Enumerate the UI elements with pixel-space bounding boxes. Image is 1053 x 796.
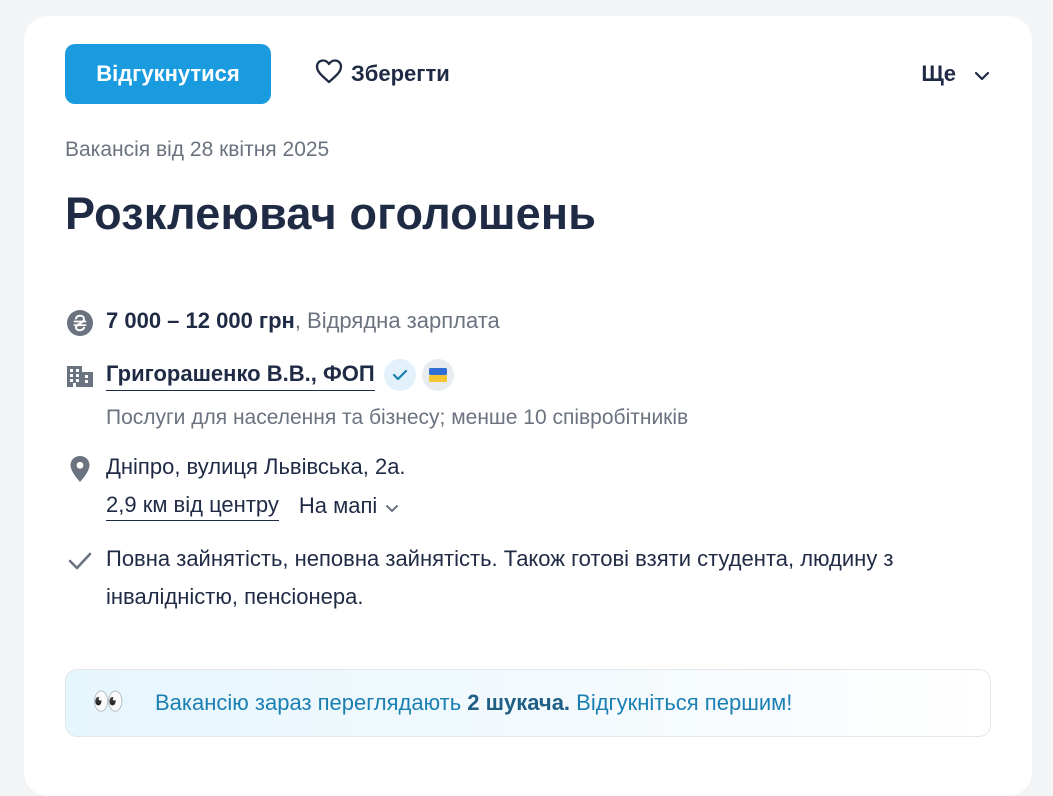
viewers-notice: 👀 Вакансію зараз переглядають 2 шукача. … (65, 669, 991, 737)
salary-range: 7 000 – 12 000 грн (106, 308, 295, 333)
apply-button[interactable]: Відгукнутися (65, 44, 271, 104)
vacancy-date: Вакансія від 28 квітня 2025 (65, 138, 330, 161)
verified-check-icon[interactable] (383, 359, 416, 391)
save-button-label: Зберегти (351, 61, 450, 86)
chevron-down-icon (974, 61, 990, 87)
salary-type: , Відрядна зарплата (294, 308, 500, 333)
notice-text-end: Відгукніться першим! (570, 690, 793, 715)
address-text: Дніпро, вулиця Львівська, 2а. (106, 454, 406, 479)
building-icon (65, 361, 95, 391)
ukraine-flag-icon[interactable] (421, 359, 454, 391)
employment-text: Повна зайнятість, неповна зайнятість. Та… (106, 546, 894, 609)
location-pin-icon (65, 454, 95, 484)
address-details: 2,9 км від центру На мапі (106, 490, 399, 521)
show-on-map-button[interactable]: На мапі (299, 493, 399, 519)
save-button[interactable]: Зберегти (315, 56, 450, 92)
hryvnia-icon (65, 308, 95, 338)
map-button-label: На мапі (298, 492, 378, 518)
chevron-down-icon (385, 493, 399, 519)
distance-link[interactable]: 2,9 км від центру (106, 490, 279, 521)
viewers-count: 2 шукача. (467, 690, 571, 715)
checkmark-icon (65, 546, 95, 576)
more-button-label: Ще (921, 61, 956, 86)
eyes-emoji-icon: 👀 (92, 686, 125, 716)
more-button[interactable]: Ще (921, 56, 990, 92)
vacancy-toolbar: Відгукнутися Зберегти Ще (65, 44, 990, 104)
notice-text-start: Вакансію зараз переглядають (155, 690, 468, 715)
company-description: Послуги для населення та бізнесу; менше … (106, 406, 689, 429)
heart-icon (315, 58, 343, 90)
company-link[interactable]: Григорашенко В.В., ФОП (106, 359, 375, 391)
vacancy-title: Розклеювач оголошень (65, 188, 597, 239)
vacancy-card: Відгукнутися Зберегти Ще Вакансія від 28… (24, 16, 1032, 796)
viewers-notice-text: Вакансію зараз переглядають 2 шукача. Ві… (155, 688, 792, 718)
